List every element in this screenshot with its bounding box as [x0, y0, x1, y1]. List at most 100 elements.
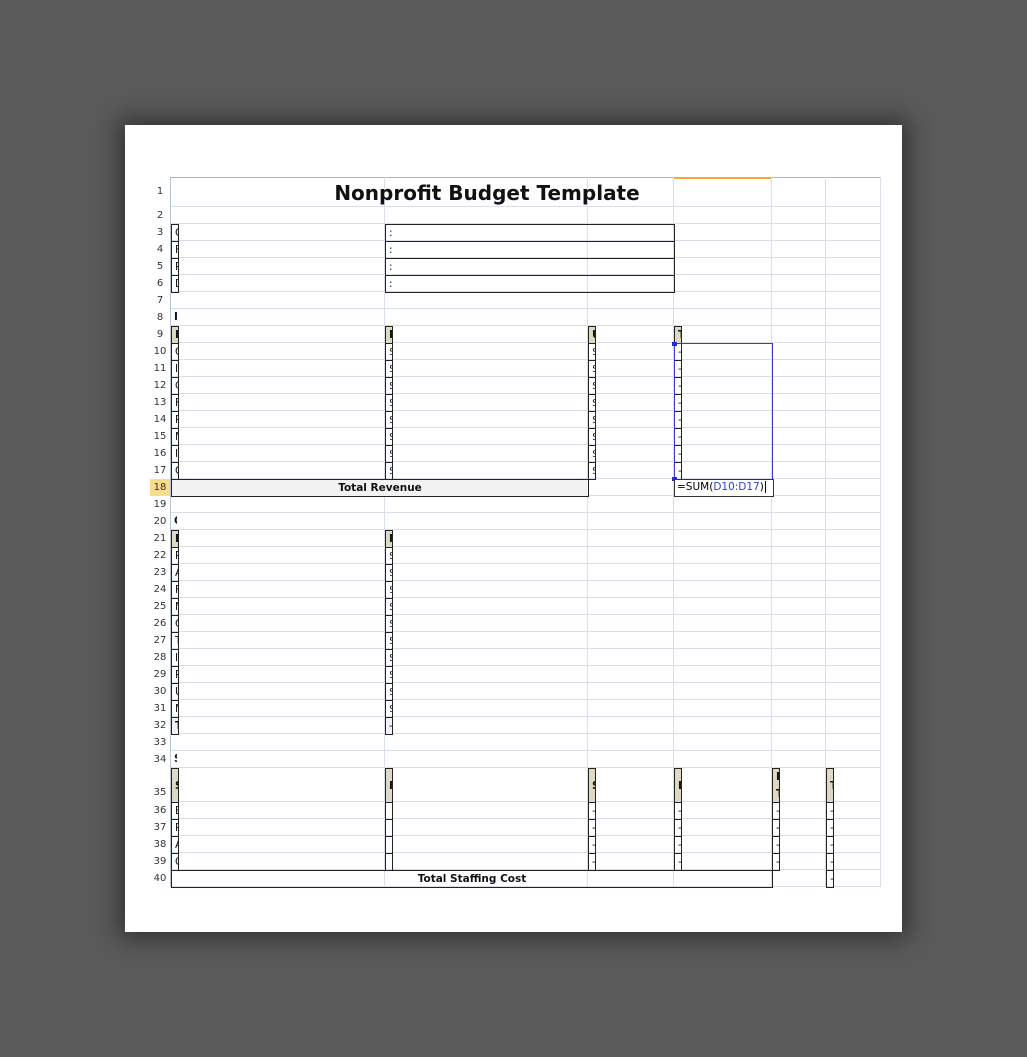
row-number[interactable]: 17 [150, 462, 171, 479]
projected-cost-cell[interactable]: $ [385, 598, 393, 616]
restricted-cell[interactable]: $ [385, 394, 393, 412]
row-number[interactable]: 20 [150, 513, 171, 530]
row-number[interactable]: 35 [150, 768, 171, 802]
unrestricted-cell[interactable]: $ [588, 428, 596, 446]
row-number[interactable]: 7 [150, 292, 171, 309]
payroll-taxes-cell[interactable]: - [772, 819, 780, 837]
row-number[interactable]: 39 [150, 853, 171, 870]
restricted-cell[interactable]: $ [385, 428, 393, 446]
employment-type-cell[interactable] [385, 836, 393, 854]
restricted-cell[interactable]: $ [385, 445, 393, 463]
row-number[interactable]: 23 [150, 564, 171, 581]
projected-cost-cell[interactable]: $ [385, 547, 393, 565]
gridline [880, 717, 881, 734]
row-number[interactable]: 30 [150, 683, 171, 700]
payroll-taxes-cell[interactable]: - [772, 853, 780, 871]
row-number[interactable]: 36 [150, 802, 171, 819]
unrestricted-cell[interactable]: $ [588, 394, 596, 412]
row-number[interactable]: 19 [150, 496, 171, 513]
org-info-value[interactable]: : [385, 275, 675, 293]
unrestricted-cell[interactable]: $ [588, 377, 596, 395]
employment-type-cell[interactable] [385, 819, 393, 837]
salary-cell[interactable]: - [588, 802, 596, 820]
row-number[interactable]: 38 [150, 836, 171, 853]
unrestricted-cell[interactable]: $ [588, 343, 596, 361]
benefits-cell[interactable]: - [674, 853, 682, 871]
row-number[interactable]: 32 [150, 717, 171, 734]
row-number[interactable]: 3 [150, 224, 171, 241]
total-operating-expenses-value[interactable]: - [385, 717, 393, 735]
benefits-cell[interactable]: - [674, 819, 682, 837]
formula-edit-cell[interactable]: =SUM(D10:D17) [674, 479, 774, 497]
org-info-value[interactable]: : [385, 258, 675, 276]
row-number[interactable]: 4 [150, 241, 171, 258]
row-number[interactable]: 16 [150, 445, 171, 462]
employment-type-cell[interactable] [385, 802, 393, 820]
staff-total-cell[interactable]: - [826, 836, 834, 854]
row-number[interactable]: 31 [150, 700, 171, 717]
row-number[interactable]: 15 [150, 428, 171, 445]
restricted-cell[interactable]: $ [385, 360, 393, 378]
row-number[interactable]: 10 [150, 343, 171, 360]
projected-cost-cell[interactable]: $ [385, 632, 393, 650]
income-source-label: Individual Donations [171, 360, 179, 378]
row-number[interactable]: 29 [150, 666, 171, 683]
salary-cell[interactable]: - [588, 819, 596, 837]
staff-total-cell[interactable]: - [826, 853, 834, 871]
range-handle[interactable] [672, 342, 676, 346]
row-number[interactable]: 2 [150, 207, 171, 224]
row-number[interactable]: 24 [150, 581, 171, 598]
total-staffing-cost-value[interactable]: - [826, 870, 834, 888]
staff-total-cell[interactable]: - [826, 819, 834, 837]
restricted-cell[interactable]: $ [385, 343, 393, 361]
unrestricted-cell[interactable]: $ [588, 445, 596, 463]
salary-cell[interactable]: - [588, 853, 596, 871]
unrestricted-cell[interactable]: $ [588, 462, 596, 480]
row-number[interactable]: 18 [150, 479, 171, 496]
row-number[interactable]: 27 [150, 632, 171, 649]
row-number[interactable]: 28 [150, 649, 171, 666]
row-number[interactable]: 14 [150, 411, 171, 428]
row-number[interactable]: 11 [150, 360, 171, 377]
org-info-value[interactable]: : [385, 224, 675, 242]
projected-cost-cell[interactable]: $ [385, 683, 393, 701]
row-number[interactable]: 13 [150, 394, 171, 411]
benefits-cell[interactable]: - [674, 836, 682, 854]
salary-cell[interactable]: - [588, 836, 596, 854]
projected-cost-cell[interactable]: $ [385, 615, 393, 633]
row-number[interactable]: 12 [150, 377, 171, 394]
org-info-value[interactable]: : [385, 241, 675, 259]
row-number[interactable]: 37 [150, 819, 171, 836]
projected-cost-cell[interactable]: $ [385, 581, 393, 599]
gridline [880, 870, 881, 887]
row-number[interactable]: 33 [150, 734, 171, 751]
staff-total-cell[interactable]: - [826, 802, 834, 820]
projected-cost-cell[interactable]: $ [385, 649, 393, 667]
row-number[interactable]: 25 [150, 598, 171, 615]
restricted-cell[interactable]: $ [385, 377, 393, 395]
row-number[interactable]: 8 [150, 309, 171, 326]
row-number[interactable]: 5 [150, 258, 171, 275]
restricted-cell[interactable]: $ [385, 411, 393, 429]
payroll-taxes-cell[interactable]: - [772, 836, 780, 854]
row-number[interactable]: 22 [150, 547, 171, 564]
unrestricted-cell[interactable]: $ [588, 411, 596, 429]
row-number[interactable]: 40 [150, 870, 171, 887]
employment-type-cell[interactable] [385, 853, 393, 871]
row-number[interactable]: 21 [150, 530, 171, 547]
projected-cost-cell[interactable]: $ [385, 666, 393, 684]
row-number[interactable]: 34 [150, 751, 171, 768]
sheet-row: 22 [150, 547, 881, 564]
row-number[interactable]: 9 [150, 326, 171, 343]
benefits-cell[interactable]: - [674, 802, 682, 820]
payroll-taxes-cell[interactable]: - [772, 802, 780, 820]
row-number[interactable]: 26 [150, 615, 171, 632]
projected-cost-cell[interactable]: $ [385, 564, 393, 582]
row-number[interactable]: 6 [150, 275, 171, 292]
gridline [880, 598, 881, 615]
unrestricted-cell[interactable]: $ [588, 360, 596, 378]
row-number[interactable]: 1 [150, 177, 171, 207]
restricted-cell[interactable]: $ [385, 462, 393, 480]
gridline [825, 309, 826, 326]
projected-cost-cell[interactable]: $ [385, 700, 393, 718]
